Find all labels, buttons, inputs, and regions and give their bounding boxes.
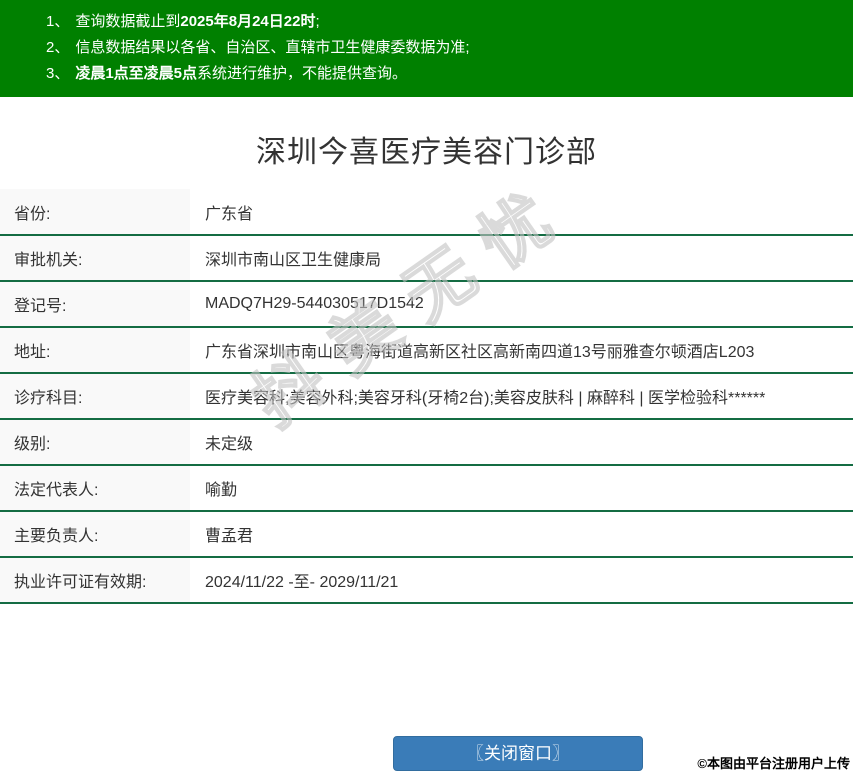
row-value-license-validity: 2024/11/22 -至- 2029/11/21 — [190, 557, 853, 603]
row-value-medical-subjects: 医疗美容科;美容外科;美容牙科(牙椅2台);美容皮肤科 | 麻醉科 | 医学检验… — [190, 373, 853, 419]
notice-text-bold: 2025年8月24日22时 — [180, 13, 315, 30]
notice-line: 2、信息数据结果以各省、自治区、直辖市卫生健康委数据为准; — [46, 35, 843, 61]
row-label-license-validity: 执业许可证有效期: — [0, 557, 190, 603]
notice-text-bold: 凌晨1点至凌晨5点 — [75, 65, 197, 82]
table-row: 主要负责人: 曹孟君 — [0, 511, 853, 557]
page-title: 深圳今喜医疗美容门诊部 — [0, 127, 853, 171]
notice-number: 3、 — [46, 65, 69, 82]
table-row: 诊疗科目: 医疗美容科;美容外科;美容牙科(牙椅2台);美容皮肤科 | 麻醉科 … — [0, 373, 853, 419]
table-row: 登记号: MADQ7H29-544030517D1542 — [0, 281, 853, 327]
table-row: 地址: 广东省深圳市南山区粤海街道高新区社区高新南四道13号丽雅查尔顿酒店L20… — [0, 327, 853, 373]
row-value-registration-number: MADQ7H29-544030517D1542 — [190, 281, 853, 327]
row-value-level: 未定级 — [190, 419, 853, 465]
row-label-address: 地址: — [0, 327, 190, 373]
notice-line: 3、凌晨1点至凌晨5点系统进行维护，不能提供查询。 — [46, 61, 843, 87]
row-value-approval-authority: 深圳市南山区卫生健康局 — [190, 235, 853, 281]
row-label-province: 省份: — [0, 189, 190, 235]
table-row: 执业许可证有效期: 2024/11/22 -至- 2029/11/21 — [0, 557, 853, 603]
notice-text: 信息数据结果以各省、自治区、直辖市卫生健康委数据为准; — [75, 39, 469, 56]
row-label-registration-number: 登记号: — [0, 281, 190, 327]
notice-number: 1、 — [46, 13, 69, 30]
notice-number: 2、 — [46, 39, 69, 56]
table-row: 级别: 未定级 — [0, 419, 853, 465]
row-label-approval-authority: 审批机关: — [0, 235, 190, 281]
row-label-level: 级别: — [0, 419, 190, 465]
table-row: 审批机关: 深圳市南山区卫生健康局 — [0, 235, 853, 281]
upload-credit-watermark: ©本图由平台注册用户上传 — [697, 753, 850, 772]
row-value-address: 广东省深圳市南山区粤海街道高新区社区高新南四道13号丽雅查尔顿酒店L203 — [190, 327, 853, 373]
notice-line: 1、查询数据截止到2025年8月24日22时; — [46, 9, 843, 35]
row-label-legal-representative: 法定代表人: — [0, 465, 190, 511]
institution-info-table: 省份: 广东省 审批机关: 深圳市南山区卫生健康局 登记号: MADQ7H29-… — [0, 189, 853, 604]
close-window-button[interactable]: 〖关闭窗口〗 — [393, 736, 643, 771]
notice-text: 查询数据截止到 — [75, 13, 180, 30]
row-value-province: 广东省 — [190, 189, 853, 235]
table-row: 省份: 广东省 — [0, 189, 853, 235]
row-label-medical-subjects: 诊疗科目: — [0, 373, 190, 419]
table-row: 法定代表人: 喻勤 — [0, 465, 853, 511]
notice-text: ; — [315, 13, 319, 30]
row-value-principal: 曹孟君 — [190, 511, 853, 557]
notice-banner: 1、查询数据截止到2025年8月24日22时; 2、信息数据结果以各省、自治区、… — [0, 0, 853, 97]
row-value-legal-representative: 喻勤 — [190, 465, 853, 511]
notice-text: 系统进行维护，不能提供查询。 — [197, 65, 407, 82]
row-label-principal: 主要负责人: — [0, 511, 190, 557]
